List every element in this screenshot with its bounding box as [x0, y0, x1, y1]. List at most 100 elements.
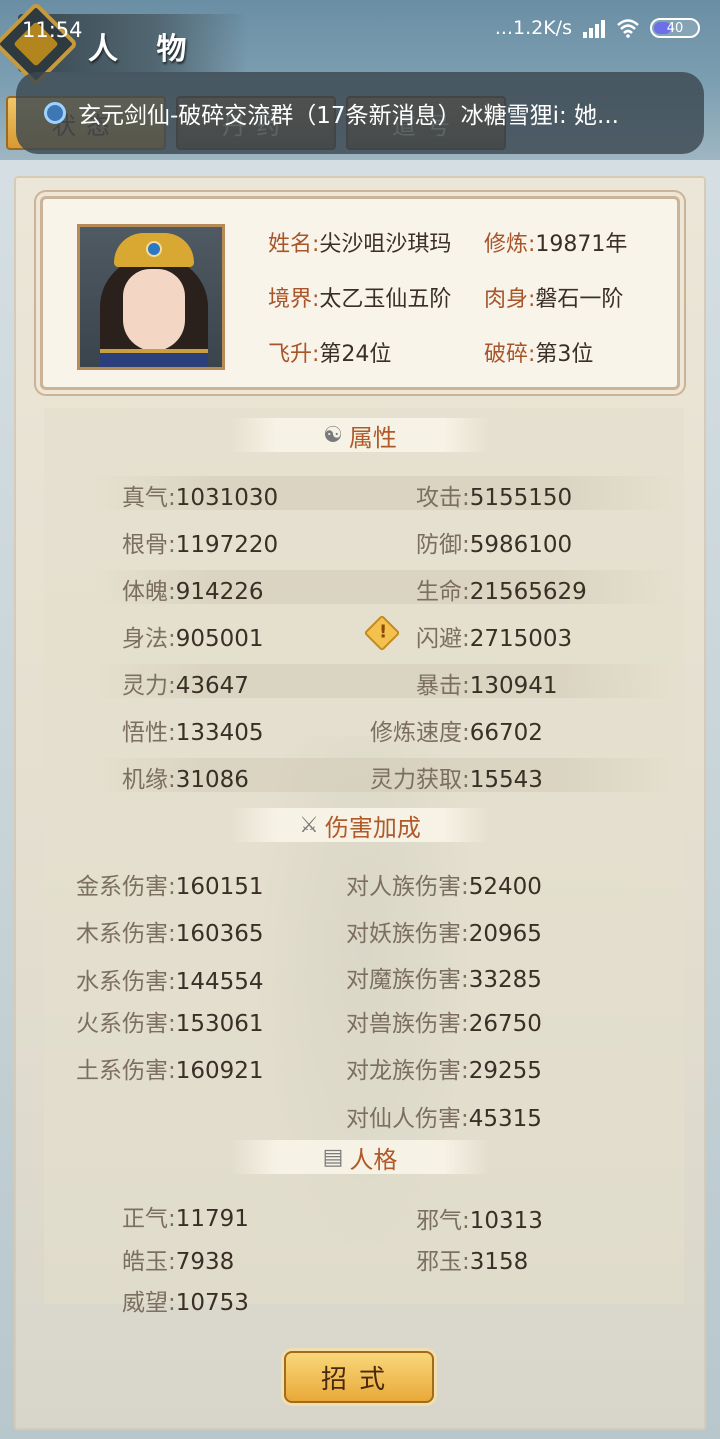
cultivation-row: 修炼:19871年 — [484, 226, 627, 258]
stat-prestige: 威望:10753 — [122, 1283, 249, 1317]
stat-vs-devil-damage: 对魔族伤害:33285 — [346, 960, 542, 994]
stat-value: 133405 — [175, 720, 264, 746]
stat-wuxing: 悟性:133405 — [122, 713, 264, 747]
realm-label: 境界: — [268, 287, 320, 312]
stat-life: 生命:21565629 — [416, 572, 587, 606]
stat-value: 160151 — [175, 874, 264, 900]
status-right: ...1.2K/s 40 — [495, 17, 700, 39]
stat-label: 对仙人伤害: — [346, 1106, 469, 1132]
stat-defense: 防御:5986100 — [416, 525, 572, 559]
stat-value: 20965 — [468, 921, 542, 947]
stat-vs-human-damage: 对人族伤害:52400 — [346, 867, 542, 901]
stat-value: 914226 — [175, 579, 264, 605]
stat-value: 11791 — [175, 1206, 249, 1232]
avatar-gem — [146, 241, 162, 257]
chat-app-icon — [44, 102, 66, 124]
wifi-icon — [617, 19, 639, 38]
skills-button[interactable]: 招式 — [284, 1351, 434, 1403]
personality-title: 人格 — [349, 1145, 398, 1174]
stat-evil: 邪气:10313 — [416, 1201, 543, 1235]
shatter-value: 第3位 — [535, 342, 594, 367]
warning-icon[interactable]: ! — [363, 614, 401, 652]
notification-banner[interactable]: 玄元剑仙-破碎交流群（17条新消息）冰糖雪狸i: 她... — [16, 72, 704, 154]
cultivation-label: 修炼: — [484, 232, 536, 257]
stat-evil-jade: 邪玉:3158 — [416, 1242, 528, 1276]
stat-value: 144554 — [175, 969, 264, 995]
attributes-title: 属性 — [348, 423, 397, 452]
stat-label: 金系伤害: — [76, 874, 176, 900]
stat-value: 2715003 — [469, 626, 573, 652]
damage-title: 伤害加成 — [324, 813, 421, 842]
stat-value: 160921 — [175, 1058, 264, 1084]
stat-label: 对魔族伤害: — [346, 967, 469, 993]
stat-label: 土系伤害: — [76, 1058, 176, 1084]
stat-label: 正气: — [122, 1206, 176, 1232]
stat-value: 29255 — [468, 1058, 542, 1084]
stat-label: 悟性: — [122, 720, 176, 746]
stat-label: 机缘: — [122, 767, 176, 793]
stats-panel: ☯ 属性 真气:1031030 根骨:1197220 体魄:914226 身法:… — [44, 408, 684, 1316]
stat-value: 21565629 — [469, 579, 587, 605]
stat-label: 邪玉: — [416, 1249, 470, 1275]
stat-vs-beast-damage: 对兽族伤害:26750 — [346, 1004, 542, 1038]
stat-label: 灵力获取: — [370, 767, 470, 793]
avatar[interactable] — [77, 224, 225, 370]
attributes-section-title: ☯ 属性 — [230, 418, 490, 452]
status-time: 11:54 — [22, 18, 83, 42]
stat-label: 攻击: — [416, 485, 470, 511]
stat-value: 5986100 — [469, 532, 573, 558]
crossed-swords-icon: ⚔ — [299, 812, 319, 838]
scroll-icon: ▤ — [322, 1144, 344, 1170]
stat-vs-dragon-damage: 对龙族伤害:29255 — [346, 1051, 542, 1085]
stat-label: 木系伤害: — [76, 921, 176, 947]
personality-section-title: ▤ 人格 — [230, 1140, 490, 1174]
stat-value: 33285 — [468, 967, 542, 993]
stat-value: 905001 — [175, 626, 264, 652]
stat-water-damage: 水系伤害:144554 — [76, 962, 264, 996]
stat-label: 身法: — [122, 626, 176, 652]
stat-label: 对人族伤害: — [346, 874, 469, 900]
stat-label: 真气: — [122, 485, 176, 511]
stat-label: 对妖族伤害: — [346, 921, 469, 947]
exclamation-glyph: ! — [379, 621, 388, 643]
stat-label: 水系伤害: — [76, 969, 176, 995]
stat-zhenqi: 真气:1031030 — [122, 478, 278, 512]
stat-tipo: 体魄:914226 — [122, 572, 264, 606]
stat-value: 130941 — [469, 673, 558, 699]
stat-lingli: 灵力:43647 — [122, 666, 249, 700]
realm-row: 境界:太乙玉仙五阶 — [268, 281, 451, 313]
shatter-label: 破碎: — [484, 342, 536, 367]
body-value: 磐石一阶 — [535, 287, 624, 312]
stat-value: 10313 — [469, 1208, 543, 1234]
stat-label: 生命: — [416, 579, 470, 605]
stat-label: 暴击: — [416, 673, 470, 699]
avatar-face — [123, 269, 185, 351]
name-value: 尖沙咀沙琪玛 — [319, 232, 452, 257]
avatar-robe — [100, 349, 208, 367]
stat-label: 对兽族伤害: — [346, 1011, 469, 1037]
stat-label: 修炼速度: — [370, 720, 470, 746]
stat-value: 66702 — [469, 720, 543, 746]
status-bar: 11:54 ...1.2K/s 40 — [0, 0, 720, 62]
stat-value: 3158 — [469, 1249, 529, 1275]
signal-icon — [583, 20, 605, 38]
stat-value: 7938 — [175, 1249, 235, 1275]
battery-level: 40 — [666, 20, 684, 36]
name-row: 姓名:尖沙咀沙琪玛 — [268, 226, 451, 258]
stat-value: 52400 — [468, 874, 542, 900]
stat-shenfa: 身法:905001 — [122, 619, 264, 653]
stat-label: 皓玉: — [122, 1249, 176, 1275]
stat-metal-damage: 金系伤害:160151 — [76, 867, 264, 901]
name-label: 姓名: — [268, 232, 320, 257]
battery-icon: 40 — [650, 18, 700, 38]
stat-label: 根骨: — [122, 532, 176, 558]
stat-vs-demon-damage: 对妖族伤害:20965 — [346, 914, 542, 948]
stat-gengu: 根骨:1197220 — [122, 525, 278, 559]
realm-value: 太乙玉仙五阶 — [319, 287, 452, 312]
stat-label: 火系伤害: — [76, 1011, 176, 1037]
stat-value: 45315 — [468, 1106, 542, 1132]
stat-vs-immortal-damage: 对仙人伤害:45315 — [346, 1099, 542, 1133]
stat-value: 10753 — [175, 1290, 249, 1316]
ascend-label: 飞升: — [268, 342, 320, 367]
damage-section-title: ⚔ 伤害加成 — [230, 808, 490, 842]
